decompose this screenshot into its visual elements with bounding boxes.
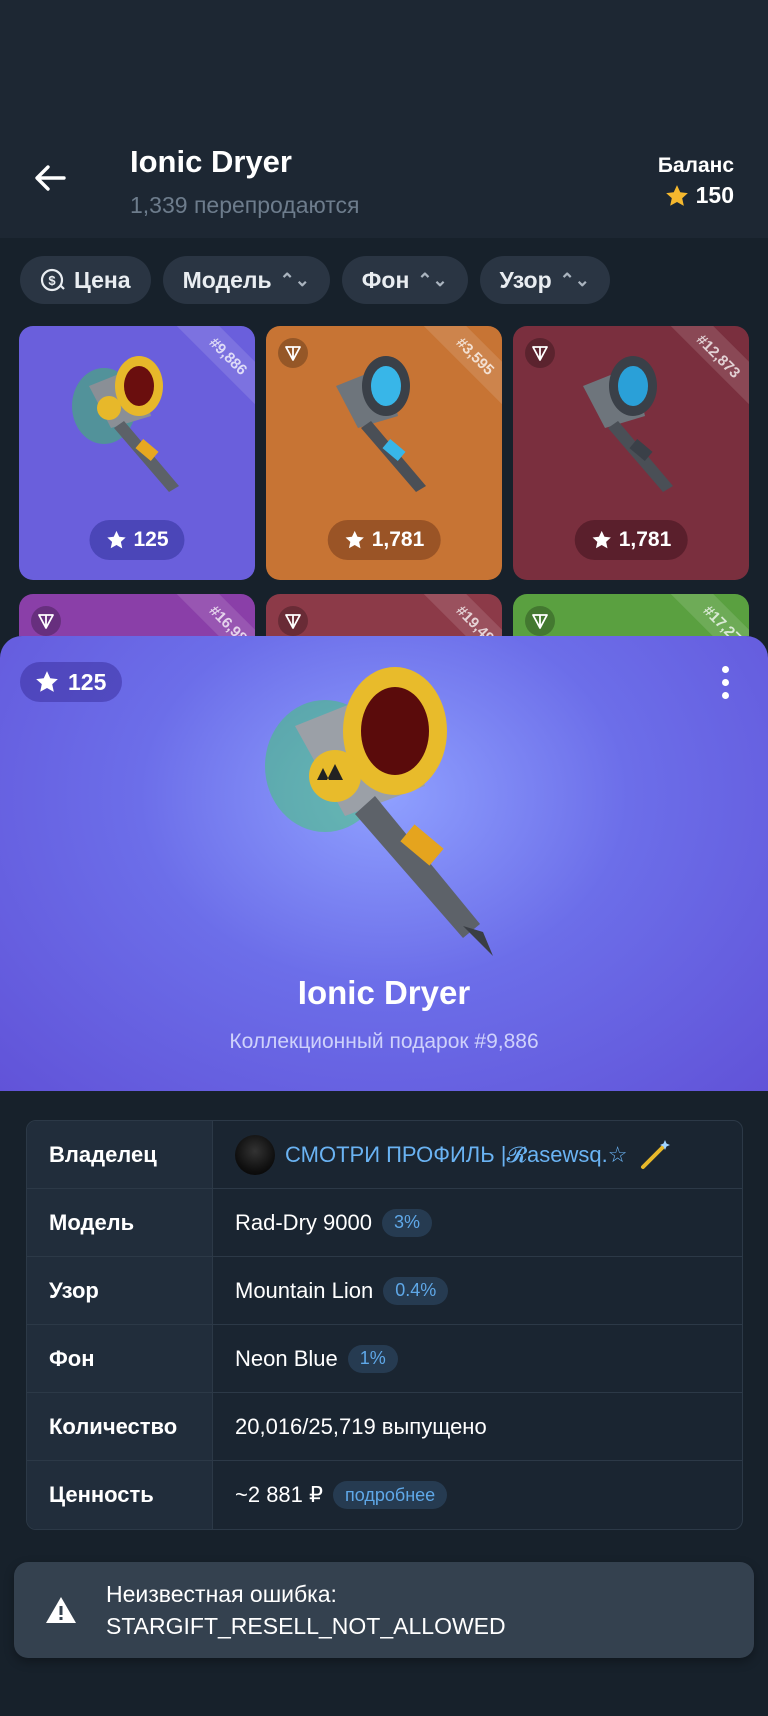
- error-title: Неизвестная ошибка:: [106, 1581, 337, 1607]
- balance-value-group: 150: [664, 182, 734, 209]
- page-title: Ionic Dryer: [130, 144, 292, 179]
- worth-value: ~2 881 ₽: [235, 1482, 324, 1507]
- more-options-button[interactable]: [722, 666, 730, 699]
- price-icon: $: [40, 268, 65, 292]
- filter-background-label: Фон: [361, 266, 410, 293]
- gift-card[interactable]: #12,873 1,781: [513, 326, 749, 580]
- filter-model-label: Модель: [182, 266, 272, 293]
- sort-icon: ⌃⌄: [417, 269, 448, 290]
- owner-value[interactable]: СМОТРИ ПРОФИЛЬ |𝓡asewsq.☆: [213, 1121, 742, 1188]
- avatar: [235, 1134, 275, 1175]
- gift-detail-sheet: 125 Ionic Dryer Коллекционный подарок #9…: [0, 636, 768, 1716]
- worth-label: Ценность: [27, 1461, 213, 1529]
- background-label: Фон: [27, 1325, 213, 1392]
- more-info-button[interactable]: подробнее: [333, 1481, 448, 1509]
- rarity-badge: 1%: [347, 1344, 398, 1373]
- hair-dryer-icon: [72, 356, 179, 492]
- table-row: Ценность ~2 881 ₽ подробнее: [27, 1461, 742, 1529]
- error-code: STARGIFT_RESELL_NOT_ALLOWED: [106, 1613, 506, 1639]
- hair-dryer-icon: [583, 356, 673, 492]
- filter-pattern[interactable]: Узор ⌃⌄: [479, 256, 610, 304]
- gift-hero: 125 Ionic Dryer Коллекционный подарок #9…: [0, 636, 768, 1091]
- gift-attributes-table: Владелец СМОТРИ ПРОФИЛЬ |𝓡asewsq.☆ Модел…: [26, 1120, 743, 1530]
- filter-model[interactable]: Модель ⌃⌄: [162, 256, 330, 304]
- warning-icon: [46, 1597, 76, 1623]
- svg-text:$: $: [48, 273, 56, 288]
- gift-title: Ionic Dryer: [297, 974, 471, 1011]
- rarity-badge: 3%: [381, 1208, 432, 1237]
- balance-label: Баланс: [657, 154, 734, 177]
- resale-count: 1,339 перепродаются: [130, 192, 360, 218]
- owner-label: Владелец: [27, 1121, 213, 1188]
- star-icon: [107, 530, 126, 549]
- owner-link[interactable]: СМОТРИ ПРОФИЛЬ |𝓡asewsq.☆: [285, 1142, 627, 1168]
- gift-card[interactable]: #9,886 125: [19, 326, 255, 580]
- ton-icon: [525, 606, 555, 636]
- gift-price: 125: [89, 520, 185, 560]
- status-bar: [0, 0, 768, 120]
- quantity-label: Количество: [27, 1393, 213, 1460]
- filter-background[interactable]: Фон ⌃⌄: [341, 256, 468, 304]
- filter-price[interactable]: $ Цена: [20, 256, 151, 304]
- ton-icon: [278, 606, 308, 636]
- sort-icon: ⌃⌄: [279, 269, 310, 290]
- hair-dryer-icon: [265, 667, 493, 956]
- rarity-badge: 0.4%: [383, 1276, 449, 1305]
- model-label: Модель: [27, 1189, 213, 1256]
- star-icon: [592, 530, 611, 549]
- table-row: Количество 20,016/25,719 выпущено: [27, 1393, 742, 1461]
- ton-icon: [525, 338, 555, 368]
- arrow-left-icon: [35, 165, 66, 191]
- filter-bar: $ Цена Модель ⌃⌄ Фон ⌃⌄ Узор ⌃⌄: [20, 256, 610, 304]
- sort-icon: ⌃⌄: [559, 269, 590, 290]
- magic-wand-icon: [641, 1139, 671, 1169]
- table-row: Узор Mountain Lion 0.4%: [27, 1257, 742, 1325]
- ton-icon: [31, 606, 61, 636]
- ton-icon: [278, 338, 308, 368]
- star-icon: [665, 184, 688, 206]
- hair-dryer-icon: [336, 356, 426, 492]
- error-toast: Неизвестная ошибка: STARGIFT_RESELL_NOT_…: [14, 1562, 754, 1658]
- top-bar: Ionic Dryer 1,339 перепродаются Баланс 1…: [0, 120, 768, 238]
- background-value: Neon Blue: [235, 1345, 338, 1371]
- model-value: Rad-Dry 9000: [235, 1209, 372, 1235]
- gift-price-pill[interactable]: 125: [20, 662, 123, 702]
- back-button[interactable]: [28, 156, 72, 200]
- filter-pattern-label: Узор: [499, 266, 552, 293]
- gift-subtitle: Коллекционный подарок #9,886: [229, 1030, 539, 1053]
- filter-price-label: Цена: [74, 266, 131, 293]
- star-icon: [345, 530, 364, 549]
- table-row: Фон Neon Blue 1%: [27, 1325, 742, 1393]
- pattern-value: Mountain Lion: [235, 1277, 374, 1303]
- table-row: Модель Rad-Dry 9000 3%: [27, 1189, 742, 1257]
- gift-card[interactable]: #3,595 1,781: [266, 326, 502, 580]
- quantity-value: 20,016/25,719 выпущено: [235, 1413, 487, 1439]
- balance-value: 150: [695, 182, 734, 208]
- gift-price: 1,781: [327, 520, 441, 560]
- table-row: Владелец СМОТРИ ПРОФИЛЬ |𝓡asewsq.☆: [27, 1121, 742, 1189]
- star-icon: [36, 671, 58, 692]
- pattern-label: Узор: [27, 1257, 213, 1324]
- gift-price: 1,781: [574, 520, 688, 560]
